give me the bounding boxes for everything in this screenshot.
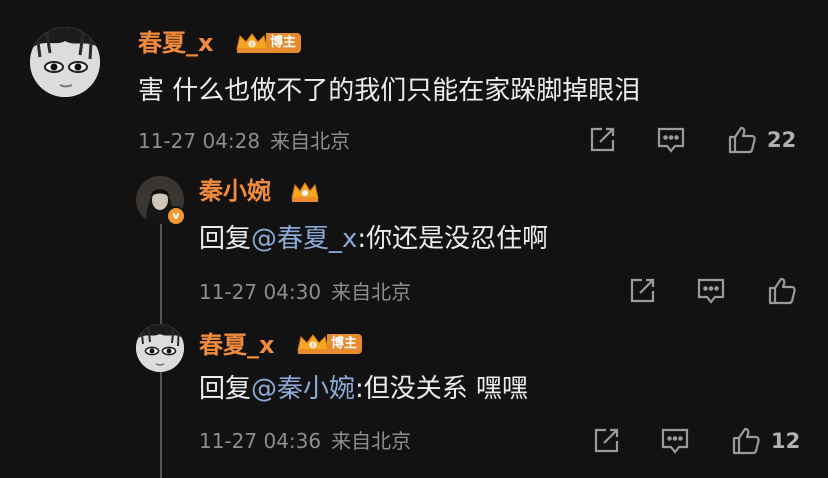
svg-text:8: 8: [250, 42, 254, 49]
like-count: 22: [767, 128, 797, 152]
avatar[interactable]: [136, 324, 184, 372]
timestamp: 11-27 04:36: [199, 429, 322, 453]
like-button[interactable]: 22: [727, 125, 796, 155]
comment-text: 害 什么也做不了的我们只能在家跺脚掉眼泪: [138, 76, 641, 106]
comment-meta: 11-27 04:36 来自北京: [199, 428, 411, 454]
share-button[interactable]: [588, 126, 616, 154]
location: 来自北京: [270, 129, 351, 153]
like-button[interactable]: 12: [731, 426, 800, 456]
thumbs-up-icon: [732, 427, 760, 455]
reply-text: :你还是没忍住啊: [357, 224, 549, 254]
comment-icon: [661, 428, 689, 454]
location: 来自北京: [331, 429, 412, 453]
crown-icon: 8: [297, 334, 329, 354]
comment-text: 回复@秦小婉:但没关系 嘿嘿: [199, 372, 528, 406]
timestamp: 11-27 04:28: [138, 129, 261, 153]
thumbs-up-icon: [728, 126, 756, 154]
share-icon: [590, 127, 615, 152]
mention-link[interactable]: @春夏_x: [251, 224, 357, 254]
share-icon: [594, 428, 619, 453]
reply-text: :但没关系 嘿嘿: [355, 374, 529, 404]
comment-icon: [697, 278, 725, 304]
blogger-badge: 8 博主: [234, 31, 302, 55]
reply-prefix: 回复: [199, 374, 252, 404]
username[interactable]: 秦小婉: [199, 176, 271, 206]
comment-meta: 11-27 04:30 来自北京: [199, 279, 411, 305]
crown-icon: 8: [236, 33, 268, 53]
like-button[interactable]: [767, 276, 807, 306]
thumbs-up-icon: [768, 277, 796, 305]
comment-icon: [657, 127, 685, 153]
share-button[interactable]: [628, 277, 656, 305]
like-count: 12: [771, 429, 801, 453]
avatar[interactable]: [30, 27, 100, 97]
svg-text:8: 8: [311, 343, 315, 350]
comment-text: 回复@春夏_x:你还是没忍住啊: [199, 222, 548, 256]
comment-meta: 11-27 04:28 来自北京: [138, 128, 350, 154]
username[interactable]: 春夏_x: [199, 330, 274, 360]
crown-icon: [291, 182, 319, 202]
share-button[interactable]: [592, 427, 620, 455]
verified-badge: v: [166, 206, 186, 226]
username[interactable]: 春夏_x: [138, 28, 213, 58]
location: 来自北京: [331, 280, 412, 304]
mention-link[interactable]: @秦小婉: [251, 374, 355, 404]
share-icon: [630, 278, 655, 303]
reply-prefix: 回复: [199, 224, 252, 254]
blogger-badge: 8 博主: [295, 332, 363, 356]
timestamp: 11-27 04:30: [199, 280, 322, 304]
blogger-tag: 博主: [327, 334, 363, 354]
blogger-tag: 博主: [266, 33, 302, 53]
comment-button[interactable]: [696, 277, 726, 305]
comment-button[interactable]: [660, 427, 690, 455]
comment-button[interactable]: [656, 126, 686, 154]
